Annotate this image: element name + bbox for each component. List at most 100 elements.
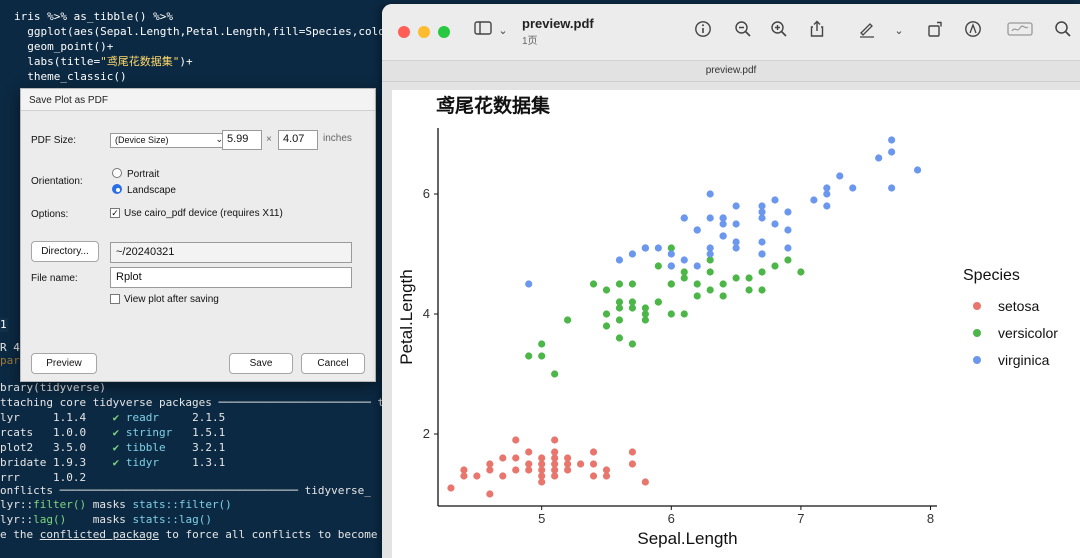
data-point-versicolor — [615, 334, 624, 342]
data-point-versicolor — [628, 280, 637, 288]
pdf-size-select[interactable]: (Device Size) ⌄ — [110, 133, 228, 148]
portrait-radio[interactable] — [112, 168, 122, 178]
data-point-versicolor — [641, 304, 649, 312]
signature-icon[interactable] — [1006, 20, 1034, 42]
minimize-window-button[interactable] — [418, 26, 430, 38]
legend-label-virginica: virginica — [998, 352, 1050, 368]
data-point-setosa — [589, 448, 598, 456]
save-button[interactable]: Save — [229, 353, 293, 374]
dialog-title: Save Plot as PDF — [21, 89, 375, 111]
x-axis-label: Sepal.Length — [637, 529, 737, 548]
data-point-virginica — [680, 256, 688, 264]
zoom-in-icon[interactable] — [768, 20, 790, 42]
zoom-out-icon[interactable] — [732, 20, 754, 42]
conflicts-header: onflicts ───────────────────────────────… — [0, 484, 371, 497]
chevron-down-icon[interactable]: ⌄ — [888, 20, 910, 42]
pdf-page: 鸢尾花数据集 5 6 7 8 2 4 6 Sepal.Length Petal.Length Spe… — [392, 90, 1080, 558]
package-row: bridate 1.9.3 ✔ tidyr 1.3.1 — [0, 456, 226, 469]
x-tick-label: 5 — [538, 511, 545, 526]
data-point-virginica — [771, 196, 779, 204]
data-point-versicolor — [680, 310, 688, 318]
cancel-button[interactable]: Cancel — [301, 353, 365, 374]
close-window-button[interactable] — [398, 26, 410, 38]
data-point-versicolor — [745, 286, 753, 294]
data-point-setosa — [628, 448, 637, 456]
data-point-versicolor — [654, 262, 662, 270]
conflict-lag: lyr::lag() masks stats::lag() — [0, 513, 212, 526]
data-point-versicolor — [538, 352, 546, 360]
data-point-versicolor — [732, 274, 740, 282]
data-point-virginica — [732, 220, 740, 228]
data-point-versicolor — [615, 298, 624, 306]
landscape-label: Landscape — [127, 185, 176, 196]
markup-pen-icon[interactable] — [856, 20, 878, 42]
data-point-virginica — [810, 196, 818, 204]
data-point-virginica — [615, 256, 624, 264]
data-point-versicolor — [797, 268, 805, 276]
units-label: inches — [323, 133, 352, 144]
data-point-setosa — [525, 460, 533, 468]
cairo-checkbox[interactable]: ✓ — [110, 208, 120, 218]
data-point-setosa — [525, 448, 533, 456]
chevron-down-icon[interactable]: ⌄ — [492, 20, 514, 42]
share-icon[interactable] — [806, 20, 828, 42]
legend-title: Species — [963, 267, 1020, 284]
data-point-setosa — [628, 460, 637, 468]
preview-button[interactable]: Preview — [31, 353, 97, 374]
conflicted-package-link[interactable]: conflicted package — [40, 528, 159, 541]
pdf-size-label: PDF Size: — [31, 135, 77, 146]
data-point-versicolor — [615, 316, 624, 324]
data-point-versicolor — [719, 280, 727, 288]
data-point-versicolor — [667, 310, 675, 318]
data-point-setosa — [499, 472, 507, 480]
sidebar-icon[interactable] — [472, 20, 494, 42]
data-point-virginica — [784, 208, 792, 216]
data-point-setosa — [564, 454, 572, 462]
view-after-saving-checkbox[interactable] — [110, 294, 120, 304]
info-icon[interactable] — [692, 20, 714, 42]
package-row: lyr 1.1.4 ✔ readr 2.1.5 — [0, 411, 226, 424]
data-point-versicolor — [758, 268, 766, 276]
data-point-virginica — [719, 214, 727, 222]
data-point-virginica — [667, 262, 675, 270]
data-point-versicolor — [602, 310, 611, 318]
file-name-input[interactable]: Rplot — [110, 267, 352, 288]
search-icon[interactable] — [1052, 20, 1074, 42]
data-point-virginica — [525, 280, 533, 288]
file-name-label: File name: — [31, 273, 78, 284]
chart-title: 鸢尾花数据集 — [436, 94, 551, 117]
zoom-window-button[interactable] — [438, 26, 450, 38]
x-tick-label: 8 — [927, 511, 934, 526]
landscape-radio[interactable] — [112, 184, 122, 194]
x-tick-label: 6 — [668, 511, 675, 526]
data-point-versicolor — [615, 280, 624, 288]
preview-window: ⌄ preview.pdf 1页 ⌄ preview.pdf 鸢尾花数据集 5 … — [382, 4, 1080, 558]
console-pane-fragment: 1 — [0, 318, 8, 332]
data-point-versicolor — [602, 286, 611, 294]
code-line: iris %>% as_tibble() %>% — [14, 10, 173, 23]
data-point-virginica — [667, 250, 675, 258]
document-viewport: 鸢尾花数据集 5 6 7 8 2 4 6 Sepal.Length Petal.Length Spe… — [382, 82, 1080, 558]
code-line: geom_point()+ — [14, 40, 114, 53]
data-point-virginica — [875, 154, 883, 162]
legend-label-versicolor: versicolor — [998, 325, 1058, 341]
data-point-virginica — [706, 214, 714, 222]
width-input[interactable]: 5.99 — [222, 130, 262, 150]
legend-label-setosa: setosa — [998, 298, 1039, 314]
data-point-setosa — [602, 466, 611, 474]
directory-button[interactable]: Directory... — [31, 241, 99, 262]
rotate-icon[interactable] — [924, 20, 946, 42]
data-point-virginica — [719, 232, 727, 240]
data-point-virginica — [823, 184, 831, 192]
data-point-setosa — [486, 490, 494, 498]
height-input[interactable]: 4.07 — [278, 130, 318, 150]
data-point-setosa — [512, 436, 520, 444]
conflicted-hint: e the conflicted package to force all co… — [0, 528, 418, 541]
document-tab[interactable]: preview.pdf — [382, 60, 1080, 82]
y-tick-label: 4 — [423, 306, 430, 321]
data-point-setosa — [512, 466, 520, 474]
data-point-versicolor — [551, 370, 559, 378]
annotate-icon[interactable] — [962, 20, 984, 42]
data-point-virginica — [771, 220, 779, 228]
data-point-setosa — [551, 436, 559, 444]
